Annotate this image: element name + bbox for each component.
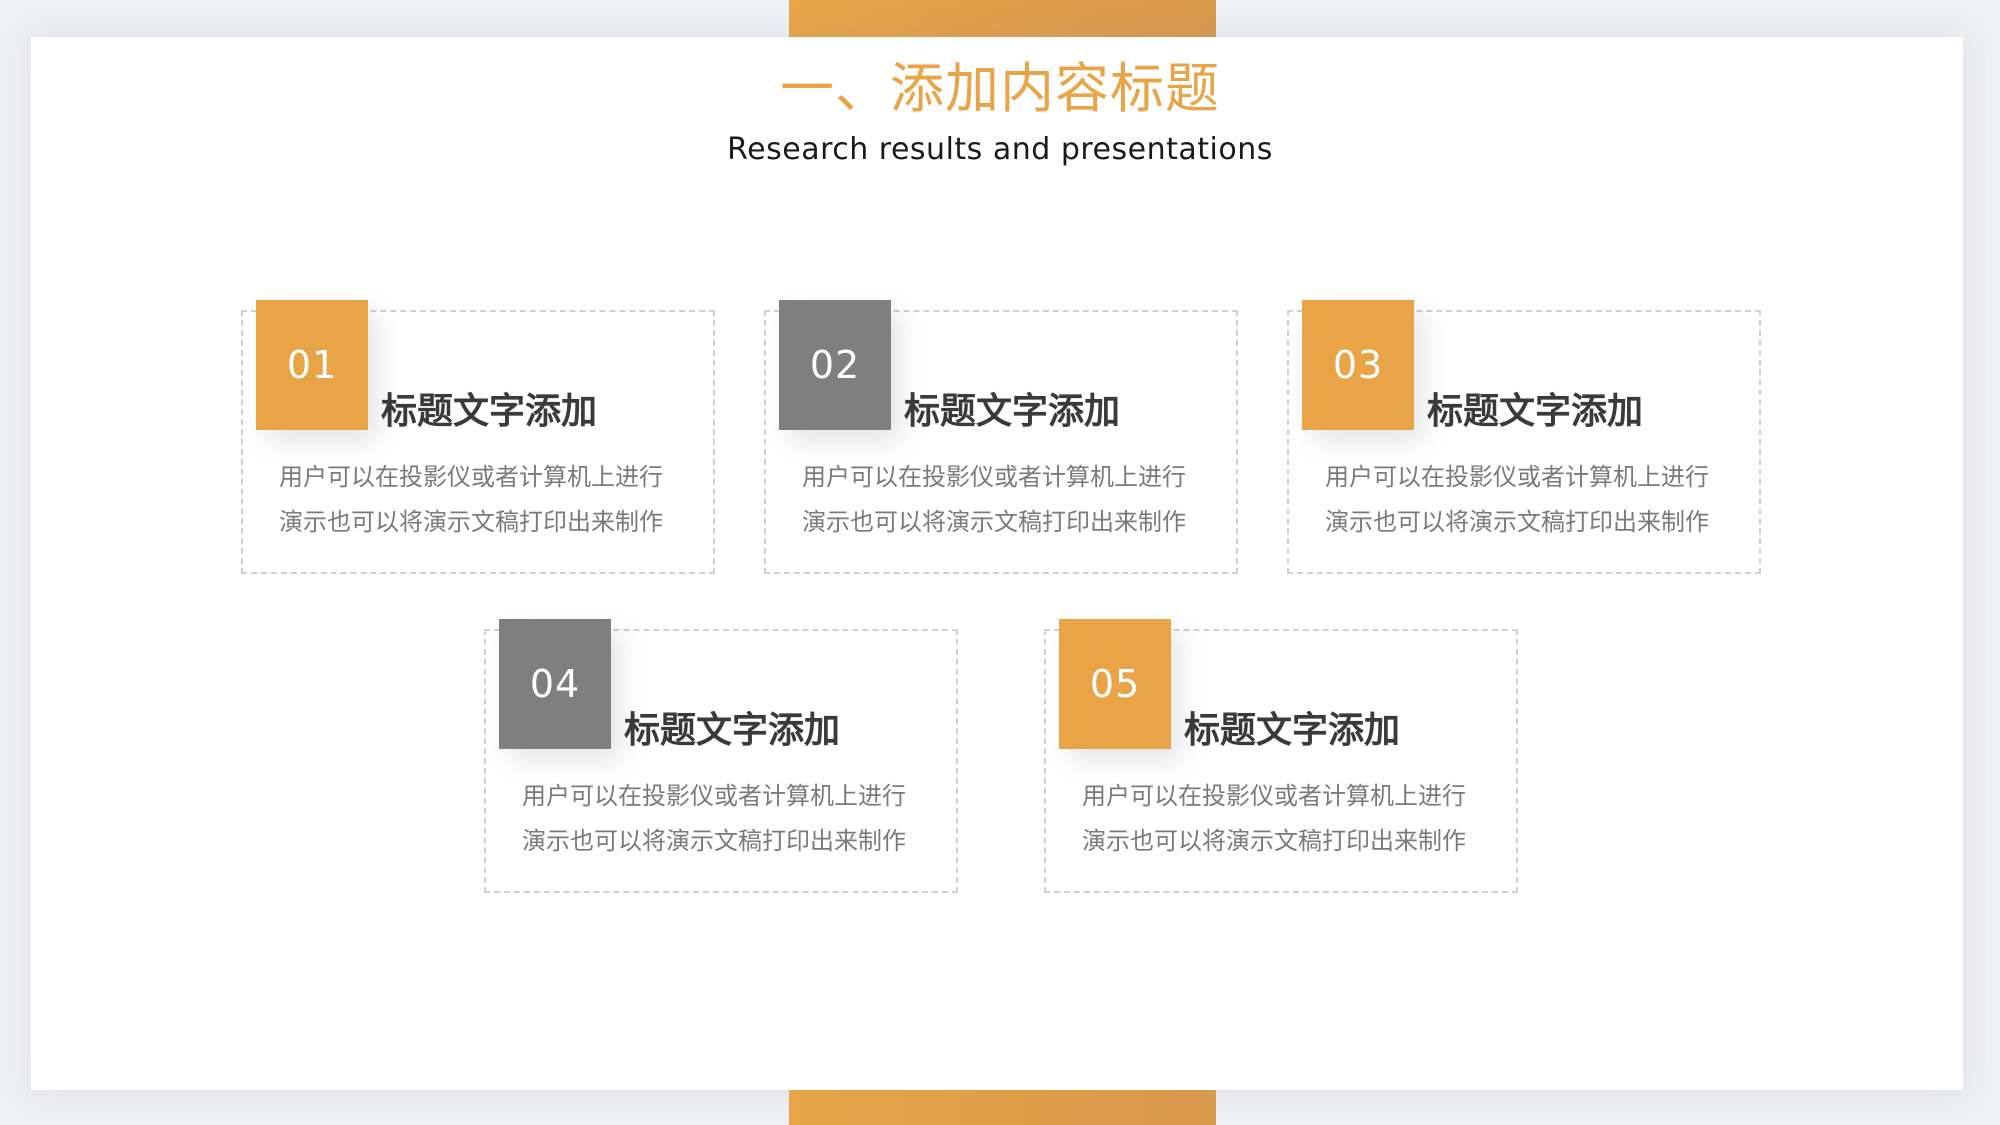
bottom-accent-tab [789,1090,1216,1125]
card-title: 标题文字添加 [381,391,598,432]
card-title: 标题文字添加 [624,710,841,751]
card-title: 标题文字添加 [1427,391,1644,432]
card-number-badge: 04 [499,619,611,749]
card-description-line: 用户可以在投影仪或者计算机上进行 [522,782,906,810]
card-title: 标题文字添加 [904,391,1121,432]
slide-title: 一、添加内容标题 [780,57,1220,120]
card-description: 用户可以在投影仪或者计算机上进行 演示也可以将演示文稿打印出来制作 [802,455,1222,545]
card-number-badge: 03 [1302,300,1414,430]
card-description-line: 用户可以在投影仪或者计算机上进行 [279,463,663,491]
content-card-02: 02 标题文字添加 用户可以在投影仪或者计算机上进行 演示也可以将演示文稿打印出… [764,300,1238,574]
card-description-line: 演示也可以将演示文稿打印出来制作 [1325,508,1709,536]
card-number-badge: 05 [1059,619,1171,749]
content-card-04: 04 标题文字添加 用户可以在投影仪或者计算机上进行 演示也可以将演示文稿打印出… [484,619,958,893]
card-title: 标题文字添加 [1184,710,1401,751]
card-description-line: 演示也可以将演示文稿打印出来制作 [279,508,663,536]
card-description-line: 用户可以在投影仪或者计算机上进行 [1325,463,1709,491]
card-description: 用户可以在投影仪或者计算机上进行 演示也可以将演示文稿打印出来制作 [1325,455,1745,545]
content-card-03: 03 标题文字添加 用户可以在投影仪或者计算机上进行 演示也可以将演示文稿打印出… [1287,300,1761,574]
content-card-05: 05 标题文字添加 用户可以在投影仪或者计算机上进行 演示也可以将演示文稿打印出… [1044,619,1518,893]
card-description-line: 用户可以在投影仪或者计算机上进行 [1082,782,1466,810]
card-description: 用户可以在投影仪或者计算机上进行 演示也可以将演示文稿打印出来制作 [279,455,699,545]
card-number-badge: 02 [779,300,891,430]
top-accent-tab [789,0,1216,38]
card-description-line: 用户可以在投影仪或者计算机上进行 [802,463,1186,491]
card-description-line: 演示也可以将演示文稿打印出来制作 [1082,827,1466,855]
card-description: 用户可以在投影仪或者计算机上进行 演示也可以将演示文稿打印出来制作 [1082,774,1502,864]
card-description-line: 演示也可以将演示文稿打印出来制作 [802,508,1186,536]
card-number-badge: 01 [256,300,368,430]
slide-subtitle: Research results and presentations [727,132,1273,167]
card-description-line: 演示也可以将演示文稿打印出来制作 [522,827,906,855]
content-card-01: 01 标题文字添加 用户可以在投影仪或者计算机上进行 演示也可以将演示文稿打印出… [241,300,715,574]
card-description: 用户可以在投影仪或者计算机上进行 演示也可以将演示文稿打印出来制作 [522,774,942,864]
